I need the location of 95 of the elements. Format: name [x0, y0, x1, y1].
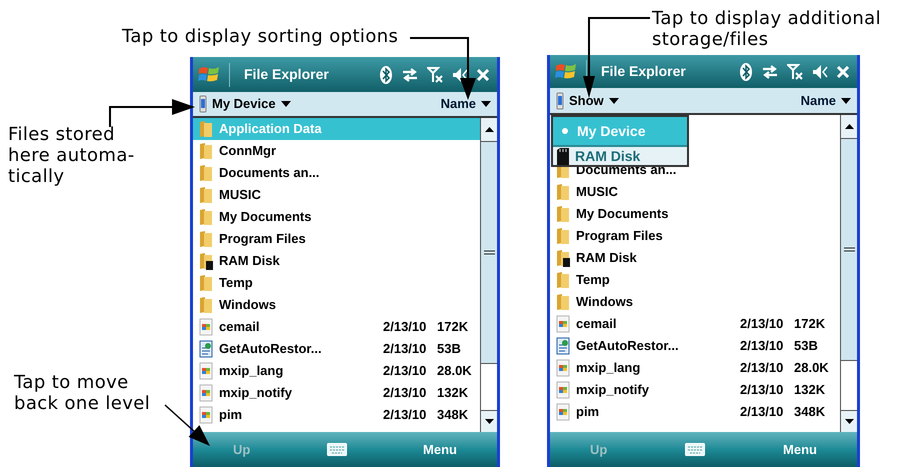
folder-with-card-icon — [199, 252, 213, 270]
callout-text: Tap to display additional storage/files — [652, 8, 882, 50]
sort-dropdown[interactable]: Name — [800, 90, 851, 110]
file-list-row[interactable]: RAM Disk — [550, 247, 840, 269]
caret-icon — [608, 98, 619, 104]
scroll-up-icon — [484, 127, 494, 132]
app-file-icon — [556, 403, 570, 421]
window-title: File Explorer — [243, 65, 330, 84]
folder-icon — [199, 208, 213, 226]
keyboard-icon — [685, 443, 706, 456]
file-list-row[interactable]: GetAutoRestor... 2/13/10 53B — [193, 338, 480, 360]
file-list-row[interactable]: Documents an... — [193, 162, 480, 184]
close-icon — [837, 66, 849, 78]
grip-icon — [484, 250, 494, 255]
file-list-row[interactable]: Temp — [193, 272, 480, 294]
file-list-row[interactable]: mxip_notify 2/13/10 132K — [550, 379, 840, 401]
location-dropdown[interactable]: My Device — [199, 94, 291, 114]
file-list-row[interactable]: ConnMgr — [193, 140, 480, 162]
scroll-up-icon — [844, 124, 854, 129]
folder-icon — [199, 164, 213, 182]
caret-icon — [841, 98, 851, 104]
scroll-down-icon — [484, 419, 494, 424]
script-file-icon — [199, 340, 213, 358]
folder-icon — [199, 120, 213, 138]
folder-icon — [199, 186, 213, 204]
folder-icon — [556, 205, 570, 223]
file-list-row[interactable]: mxip_lang 2/13/10 28.0K — [193, 360, 480, 382]
app-file-icon — [556, 359, 570, 377]
app-file-icon — [199, 362, 213, 380]
folder-icon — [199, 142, 213, 160]
scroll-down-icon — [844, 419, 854, 424]
close-button[interactable] — [837, 66, 849, 78]
folder-icon — [556, 227, 570, 245]
file-list-row[interactable]: pim 2/13/10 348K — [193, 404, 480, 426]
folder-icon — [556, 183, 570, 201]
signal-off-icon — [787, 64, 803, 80]
folder-icon — [556, 271, 570, 289]
callout-text: Files stored here automa- tically — [8, 124, 135, 187]
scrollbar[interactable] — [840, 115, 857, 432]
file-list-row[interactable]: Temp — [550, 269, 840, 291]
phone-icon — [199, 95, 207, 113]
script-file-icon — [556, 337, 570, 355]
file-list-row[interactable]: mxip_lang 2/13/10 28.0K — [550, 357, 840, 379]
signal-off-icon — [427, 66, 443, 82]
bluetooth-icon — [739, 62, 753, 82]
keyboard-icon — [326, 443, 347, 456]
file-list-row[interactable]: cemail 2/13/10 172K — [550, 313, 840, 335]
app-file-icon — [199, 406, 213, 424]
file-list-row[interactable]: My Documents — [193, 206, 480, 228]
file-list-row[interactable]: pim 2/13/10 348K — [550, 401, 840, 423]
keyboard-button[interactable] — [326, 443, 347, 456]
folder-icon — [199, 230, 213, 248]
caret-icon — [481, 101, 491, 107]
location-dropdown[interactable]: Show — [556, 90, 619, 110]
callout-text: Tap to display sorting options — [122, 26, 398, 47]
folder-icon — [556, 293, 570, 311]
file-list-row[interactable]: Windows — [550, 291, 840, 313]
menu-item[interactable]: RAM Disk — [553, 145, 687, 165]
callout-text: Tap to move back one level — [14, 372, 150, 414]
speaker-icon — [812, 64, 828, 80]
file-list-row[interactable]: Windows — [193, 294, 480, 316]
file-list-row[interactable]: MUSIC — [550, 181, 840, 203]
callout-arrow — [410, 37, 476, 100]
callout-arrow — [164, 404, 210, 446]
app-file-icon — [556, 315, 570, 333]
close-button[interactable] — [477, 68, 489, 80]
file-list-row[interactable]: My Documents — [550, 203, 840, 225]
file-list-row[interactable]: Program Files — [193, 228, 480, 250]
file-list-row[interactable]: cemail 2/13/10 172K — [193, 316, 480, 338]
app-file-icon — [556, 381, 570, 399]
close-icon — [477, 68, 489, 80]
folder-icon — [199, 274, 213, 292]
memory-card-icon — [557, 148, 569, 164]
sync-arrows-icon — [762, 64, 778, 78]
file-list-row[interactable]: RAM Disk — [193, 250, 480, 272]
app-file-icon — [199, 384, 213, 402]
file-list-row[interactable]: GetAutoRestor... 2/13/10 53B — [550, 335, 840, 357]
speaker-icon — [452, 66, 468, 82]
app-file-icon — [199, 318, 213, 336]
scrollbar[interactable] — [480, 118, 497, 432]
caret-icon — [280, 101, 291, 107]
menu-soft-key[interactable]: Menu — [423, 440, 457, 460]
file-list-row[interactable]: MUSIC — [193, 184, 480, 206]
bluetooth-icon — [379, 64, 393, 84]
menu-soft-key[interactable]: Menu — [783, 440, 817, 460]
folder-icon — [199, 296, 213, 314]
keyboard-button[interactable] — [685, 443, 706, 456]
sync-arrows-icon — [402, 68, 418, 82]
file-list-row[interactable]: Program Files — [550, 225, 840, 247]
grip-icon — [844, 247, 854, 252]
window-title: File Explorer — [600, 62, 687, 81]
phone-icon — [556, 92, 564, 110]
file-list-row[interactable]: mxip_notify 2/13/10 132K — [193, 382, 480, 404]
sort-dropdown[interactable]: Name — [440, 94, 491, 114]
folder-with-card-icon — [556, 249, 570, 267]
